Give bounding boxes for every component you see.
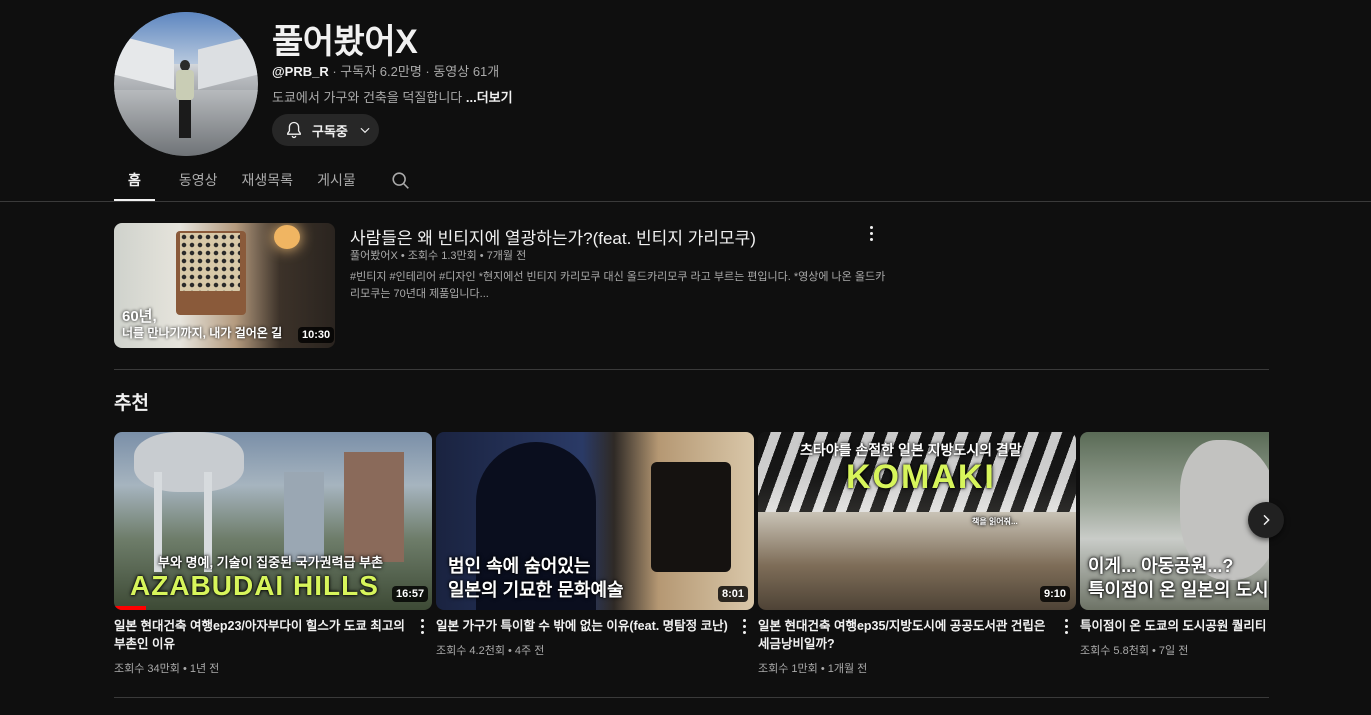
section-divider bbox=[114, 697, 1269, 698]
duration-badge: 8:01 bbox=[718, 586, 749, 602]
watch-progress-bar bbox=[114, 606, 146, 610]
chair-fabric bbox=[180, 233, 240, 291]
thumbnail-overlay-text: 부와 명예, 기술이 집중된 국가권력급 부촌 bbox=[158, 555, 383, 570]
video-thumbnail[interactable]: 이게... 아동공원...? 특이점이 온 일본의 도시 bbox=[1080, 432, 1269, 610]
duration-badge: 10:30 bbox=[298, 327, 335, 343]
channel-handle: @PRB_R bbox=[272, 64, 329, 79]
video-title[interactable]: 일본 가구가 특이할 수 밖에 없는 이유(feat. 명탐정 코난) bbox=[436, 617, 731, 635]
bell-icon bbox=[287, 121, 301, 139]
tab-playlists[interactable]: 재생목록 bbox=[242, 166, 294, 201]
featured-thumbnail[interactable]: 60년, 너를 만나기까지, 내가 걸어온 길 10:30 bbox=[114, 223, 335, 348]
video-meta: 조회수 5.8천회 • 7일 전 bbox=[1080, 645, 1189, 657]
video-card[interactable]: 츠타야를 손절한 일본 지방도시의 결말 KOMAKI 책을 읽어줘... 9:… bbox=[758, 432, 1076, 675]
thumbnail-overlay-text: 60년, bbox=[122, 308, 157, 325]
more-vert-icon[interactable] bbox=[742, 619, 746, 634]
more-vert-icon[interactable] bbox=[1064, 619, 1068, 634]
tab-videos[interactable]: 동영상 bbox=[179, 166, 218, 201]
thumbnail-overlay-text: 일본의 기묘한 문화예술 bbox=[448, 580, 624, 600]
tabs-divider bbox=[0, 201, 1371, 202]
tab-posts[interactable]: 게시물 bbox=[317, 166, 356, 201]
video-meta: 조회수 34만회 • 1년 전 bbox=[114, 663, 220, 675]
thumbnail-overlay-text: 츠타야를 손절한 일본 지방도시의 결말 bbox=[800, 442, 1022, 458]
section-title: 추천 bbox=[114, 393, 149, 414]
chevron-down-icon bbox=[360, 127, 370, 134]
tab-home[interactable]: 홈 bbox=[114, 166, 155, 201]
section-divider bbox=[114, 369, 1269, 370]
duration-badge: 9:10 bbox=[1040, 586, 1071, 602]
video-title[interactable]: 특이점이 온 도쿄의 도시공원 퀄리티 bbox=[1080, 617, 1269, 635]
video-card[interactable]: 범인 속에 숨어있는 일본의 기묘한 문화예술 8:01 일본 가구가 특이할 … bbox=[436, 432, 754, 657]
subscribed-button[interactable]: 구독중 bbox=[272, 114, 379, 146]
featured-title[interactable]: 사람들은 왜 빈티지에 열광하는가?(feat. 빈티지 가리모쿠) bbox=[350, 224, 756, 249]
video-thumbnail[interactable]: 부와 명예, 기술이 집중된 국가권력급 부촌 AZABUDAI HILLS 1… bbox=[114, 432, 432, 610]
video-card[interactable]: 이게... 아동공원...? 특이점이 온 일본의 도시 특이점이 온 도쿄의 … bbox=[1080, 432, 1269, 657]
description-text: 도쿄에서 가구와 건축을 덕질합니다 bbox=[272, 90, 466, 105]
thumbnail-overlay-text: 특이점이 온 일본의 도시 bbox=[1088, 580, 1269, 600]
thumbnail-overlay-text: 범인 속에 숨어있는 bbox=[448, 556, 591, 576]
video-thumbnail[interactable]: 범인 속에 숨어있는 일본의 기묘한 문화예술 8:01 bbox=[436, 432, 754, 610]
thumbnail-overlay-text: 이게... 아동공원...? bbox=[1088, 556, 1234, 576]
avatar-person bbox=[176, 60, 194, 138]
more-link[interactable]: ...더보기 bbox=[466, 90, 513, 105]
shelf-next-button[interactable] bbox=[1248, 502, 1284, 538]
lamp-shape bbox=[274, 225, 300, 249]
channel-avatar[interactable] bbox=[114, 12, 258, 156]
more-vert-icon[interactable] bbox=[869, 226, 873, 241]
channel-name: 풀어봤어X bbox=[272, 23, 418, 61]
more-vert-icon[interactable] bbox=[420, 619, 424, 634]
search-icon[interactable] bbox=[390, 170, 412, 192]
thumbnail-overlay-text: AZABUDAI HILLS bbox=[130, 570, 379, 601]
video-shelf: 부와 명예, 기술이 집중된 국가권력급 부촌 AZABUDAI HILLS 1… bbox=[114, 432, 1269, 682]
channel-description[interactable]: 도쿄에서 가구와 건축을 덕질합니다 ...더보기 bbox=[272, 87, 513, 106]
featured-meta: 풀어봤어X • 조회수 1.3만회 • 7개월 전 bbox=[350, 250, 527, 262]
video-title[interactable]: 일본 현대건축 여행ep35/지방도시에 공공도서관 건립은 세금낭비일까? bbox=[758, 617, 1053, 653]
video-title[interactable]: 일본 현대건축 여행ep23/아자부다이 힐스가 도쿄 최고의 부촌인 이유 bbox=[114, 617, 409, 653]
video-meta: 조회수 1만회 • 1개월 전 bbox=[758, 663, 868, 675]
video-thumbnail[interactable]: 츠타야를 손절한 일본 지방도시의 결말 KOMAKI 책을 읽어줘... 9:… bbox=[758, 432, 1076, 610]
featured-description: #빈티지 #인테리어 #디자인 *현지에선 빈티지 카리모쿠 대신 올드카리모쿠… bbox=[350, 271, 886, 300]
thumbnail-chair bbox=[651, 462, 731, 572]
subscribed-label: 구독중 bbox=[312, 123, 348, 139]
channel-meta: @PRB_R · 구독자 6.2만명 · 동영상 61개 bbox=[272, 61, 499, 80]
video-meta: 조회수 4.2천회 • 4주 전 bbox=[436, 645, 545, 657]
thumbnail-overlay-text: 책을 읽어줘... bbox=[972, 517, 1018, 526]
channel-tabs: 홈 동영상 재생목록 게시물 bbox=[114, 166, 380, 202]
channel-stats: · 구독자 6.2만명 · 동영상 61개 bbox=[328, 64, 500, 79]
thumbnail-overlay-text: 너를 만나기까지, 내가 걸어온 길 bbox=[122, 326, 283, 340]
duration-badge: 16:57 bbox=[392, 586, 429, 602]
chevron-right-icon bbox=[1263, 514, 1270, 526]
video-card[interactable]: 부와 명예, 기술이 집중된 국가권력급 부촌 AZABUDAI HILLS 1… bbox=[114, 432, 432, 675]
thumbnail-overlay-text: KOMAKI bbox=[846, 458, 996, 496]
